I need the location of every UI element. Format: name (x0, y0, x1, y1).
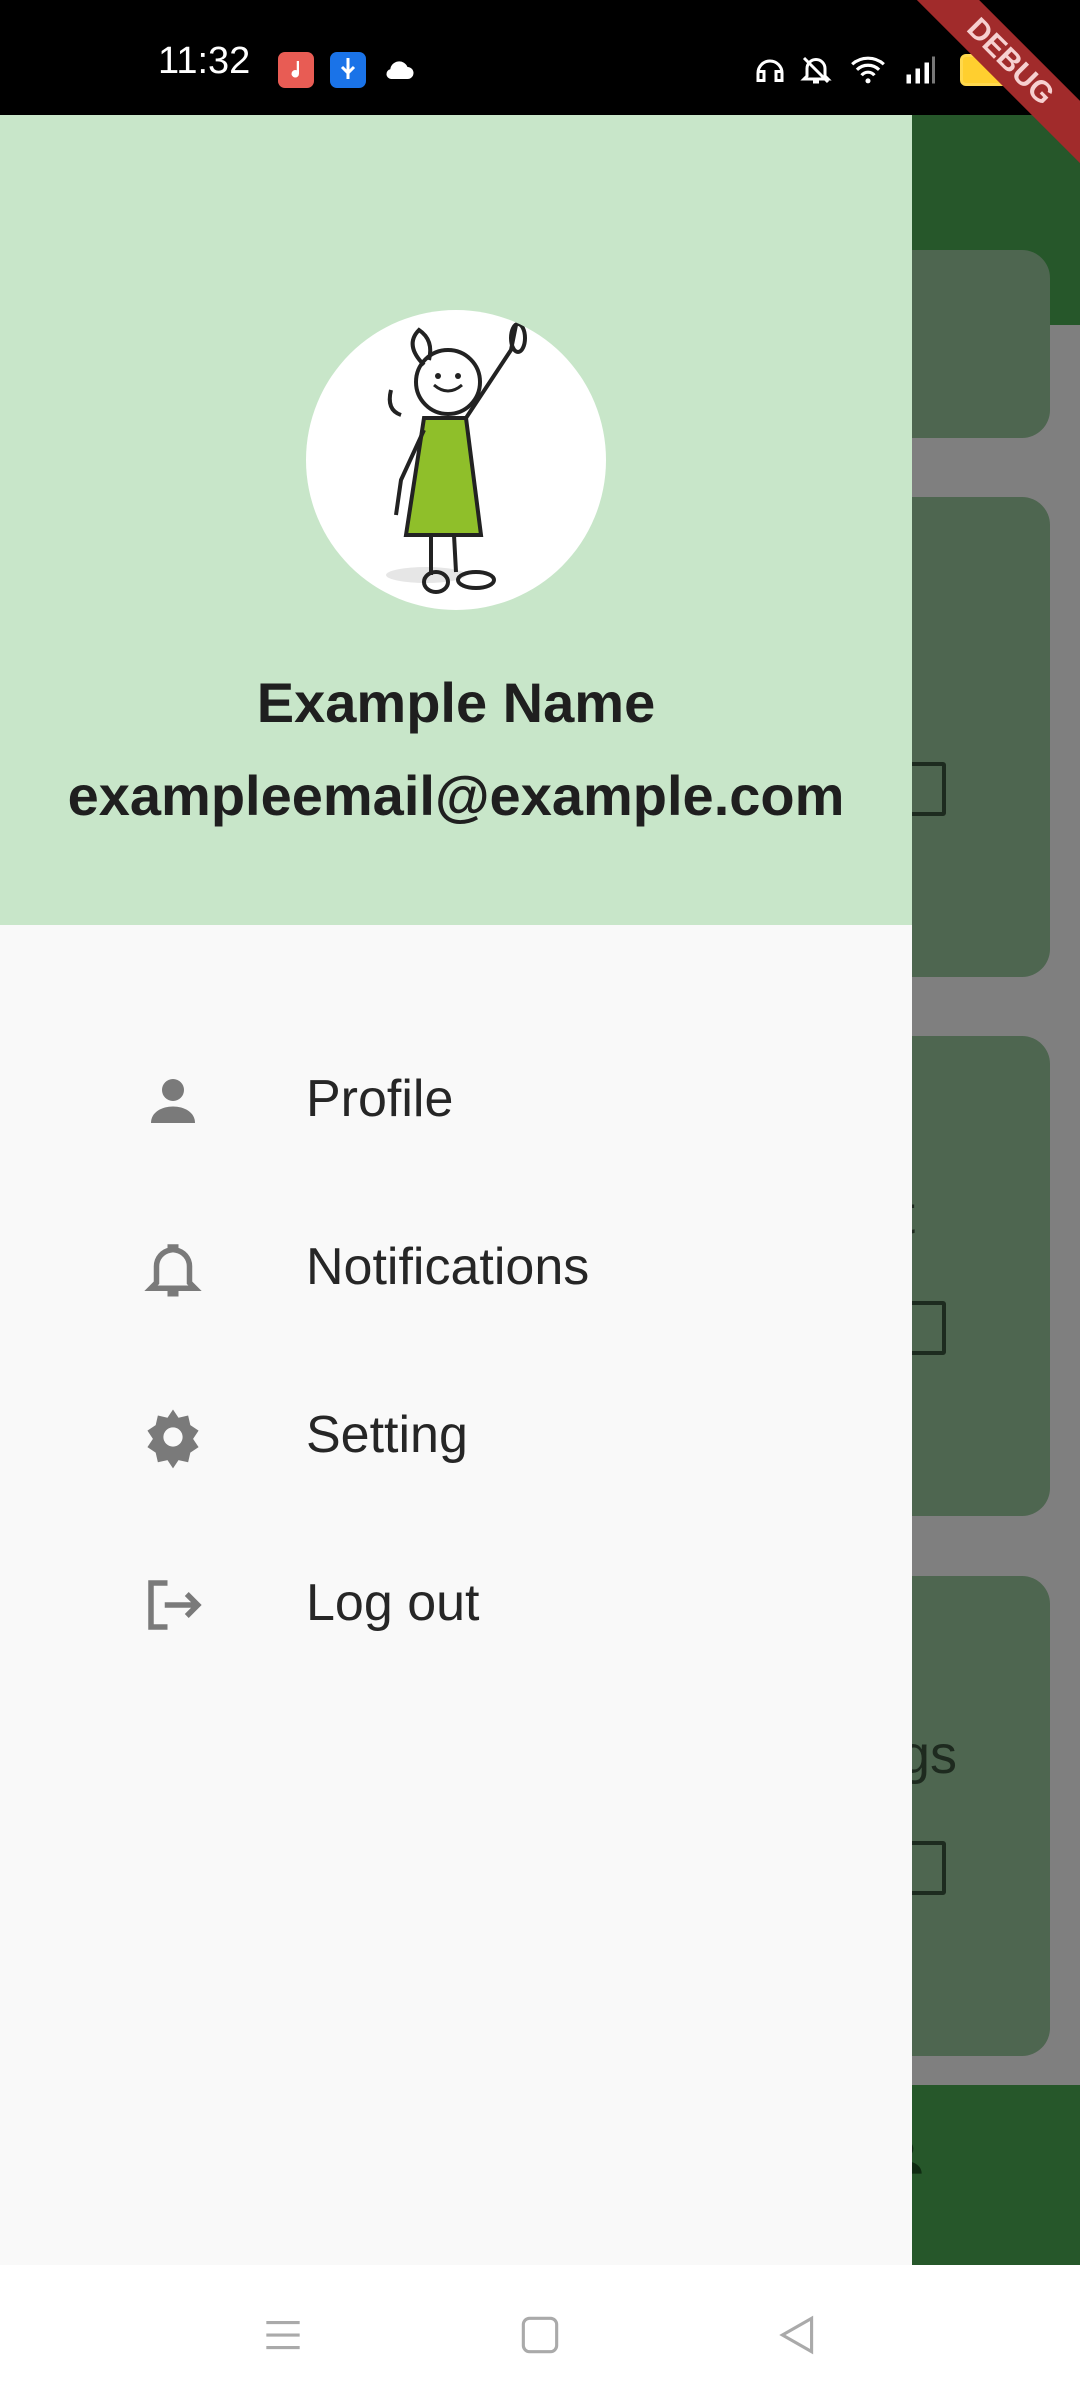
wifi-icon (851, 56, 885, 84)
drawer-header: Example Name exampleemail@example.com (0, 115, 912, 925)
menu-item-label: Setting (306, 1406, 468, 1464)
avatar[interactable] (306, 310, 606, 610)
avatar-illustration (386, 322, 527, 594)
menu-item-label: Notifications (306, 1238, 590, 1296)
menu-item-setting[interactable]: Setting (0, 1359, 912, 1509)
usb-icon (330, 52, 366, 88)
signal-icon (906, 56, 935, 84)
menu-item-label: Log out (306, 1574, 480, 1632)
status-time: 11:32 (158, 40, 251, 82)
user-email: exampleemail@example.com (67, 764, 845, 827)
logout-icon (148, 1580, 202, 1630)
system-navigation-bar (0, 2265, 1080, 2400)
menu-icon[interactable] (258, 2310, 308, 2360)
status-bar: 11:32 (0, 0, 1080, 115)
menu-item-logout[interactable]: Log out (0, 1527, 912, 1677)
gear-icon (147, 1409, 199, 1469)
cloud-icon (386, 61, 414, 79)
menu-item-notifications[interactable]: Notifications (0, 1191, 912, 1341)
menu-item-profile[interactable]: Profile (0, 1023, 912, 1173)
music-app-icon (278, 52, 314, 88)
back-icon[interactable] (772, 2310, 822, 2360)
bell-icon (144, 1244, 202, 1297)
menu-item-label: Profile (306, 1070, 454, 1128)
home-icon[interactable] (515, 2310, 565, 2360)
navigation-drawer: Example Name exampleemail@example.com Pr… (0, 115, 912, 2265)
headphones-icon (756, 59, 784, 82)
mute-bell-icon (800, 56, 832, 84)
person-icon (151, 1079, 195, 1123)
user-name: Example Name (256, 671, 656, 734)
